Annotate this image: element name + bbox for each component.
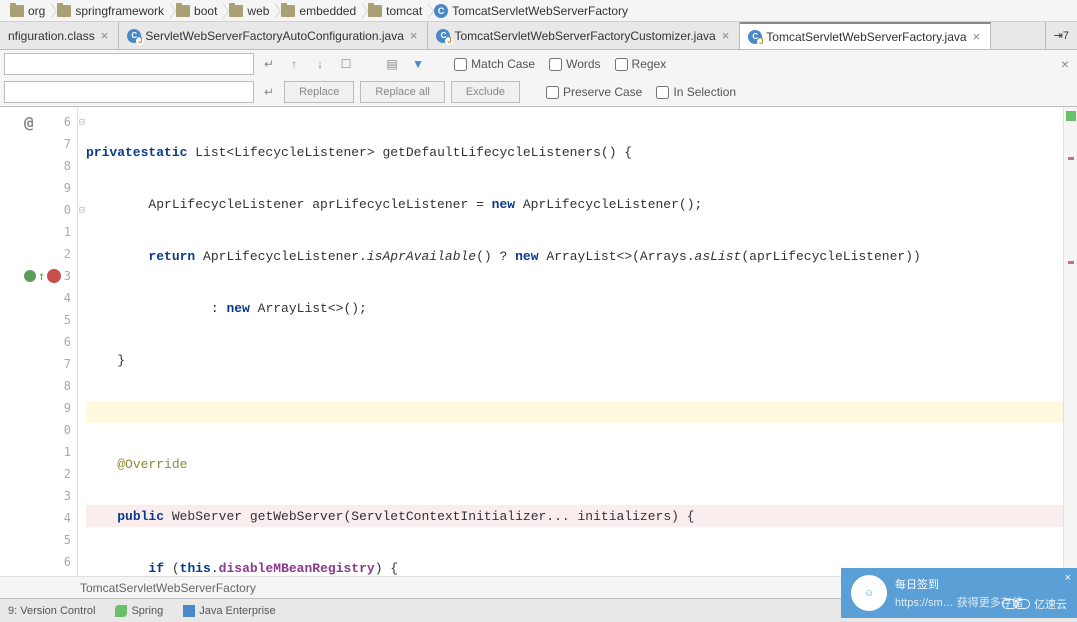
enter-icon: ↵ (260, 85, 278, 99)
editor-tabs: nfiguration.class × C ServletWebServerFact… (0, 22, 1077, 50)
crumb-boot[interactable]: boot (170, 0, 223, 21)
folder-icon (176, 5, 190, 17)
crumb-label: tomcat (386, 4, 422, 18)
enter-icon: ↵ (260, 57, 278, 71)
tab-label: ServletWebServerFactoryAutoConfiguration… (145, 29, 404, 43)
java-enterprise-tab[interactable]: Java Enterprise (183, 605, 275, 617)
folder-icon (57, 5, 71, 17)
version-control-tab[interactable]: 9: Version Control (8, 605, 95, 617)
fold-icon[interactable]: ⊟ (79, 205, 85, 216)
search-input[interactable] (4, 53, 254, 75)
folder-icon (368, 5, 382, 17)
crumb-web[interactable]: web (223, 0, 275, 21)
tab-1[interactable]: C ServletWebServerFactoryAutoConfiguratio… (119, 22, 428, 49)
close-icon[interactable]: × (971, 29, 983, 44)
breadcrumb: org springframework boot web embedded to… (0, 0, 1077, 22)
crumb-label: TomcatServletWebServerFactory (452, 4, 628, 18)
code-editor[interactable]: @6⊟ 7 8 9 0⊟ 1 2 ↑3 4 5 6 7 8 9 0 1 2 3 … (0, 107, 1077, 587)
crumb-label: org (28, 4, 45, 18)
override-icon[interactable] (24, 270, 36, 282)
close-icon[interactable]: × (408, 28, 420, 43)
replace-input[interactable] (4, 81, 254, 103)
match-case-checkbox[interactable]: Match Case (454, 57, 535, 71)
notification-popup[interactable]: × ☺ 每日签到 https://sm… 获得更多存储 亿速云 (841, 568, 1077, 618)
find-replace-bar: ↵ ↑ ↓ ☐ ▤ ▼ Match Case Words Regex ↵ Rep… (0, 50, 1077, 107)
preserve-case-checkbox[interactable]: Preserve Case (546, 85, 642, 99)
crumb-tomcat[interactable]: tomcat (362, 0, 428, 21)
spring-tab[interactable]: Spring (115, 605, 163, 617)
crumb-org[interactable]: org (4, 0, 51, 21)
error-marker[interactable] (1068, 261, 1074, 264)
regex-checkbox[interactable]: Regex (615, 57, 667, 71)
folder-icon (229, 5, 243, 17)
avatar-icon: ☺ (851, 575, 887, 611)
folder-icon (10, 5, 24, 17)
tab-3[interactable]: C TomcatServletWebServerFactory.java × (740, 22, 991, 49)
popup-logo: 亿速云 (1002, 596, 1067, 612)
next-occurrence-button[interactable]: ↓ (310, 54, 330, 74)
replace-button[interactable]: Replace (284, 81, 354, 103)
crumb-label: embedded (299, 4, 356, 18)
folder-icon (281, 5, 295, 17)
crumb-label: boot (194, 4, 217, 18)
tab-2[interactable]: C TomcatServletWebServerFactoryCustomizer… (428, 22, 740, 49)
tab-label: TomcatServletWebServerFactory.java (766, 30, 966, 44)
code-area[interactable]: private static List<LifecycleListener> g… (78, 107, 1077, 587)
tab-0[interactable]: nfiguration.class × (0, 22, 119, 49)
close-find-button[interactable]: × (1061, 56, 1069, 72)
crumb-label: springframework (75, 4, 164, 18)
prev-occurrence-button[interactable]: ↑ (284, 54, 304, 74)
close-icon[interactable]: × (99, 28, 111, 43)
gutter: @6⊟ 7 8 9 0⊟ 1 2 ↑3 4 5 6 7 8 9 0 1 2 3 … (0, 107, 78, 587)
in-selection-checkbox[interactable]: In Selection (656, 85, 736, 99)
breadcrumb-status: TomcatServletWebServerFactory (80, 581, 256, 595)
popup-title: 每日签到 (895, 576, 1023, 592)
close-icon[interactable]: × (720, 28, 732, 43)
replace-all-button[interactable]: Replace all (360, 81, 444, 103)
crumb-springframework[interactable]: springframework (51, 0, 170, 21)
tab-overflow[interactable]: ⇥7 (1045, 22, 1077, 49)
add-selection-button[interactable]: ▤ (382, 54, 402, 74)
analysis-ok-icon (1066, 111, 1076, 121)
fold-icon[interactable]: ⊟ (79, 117, 85, 128)
crumb-class[interactable]: C TomcatServletWebServerFactory (428, 0, 634, 21)
java-class-icon: C (748, 30, 762, 44)
class-icon: C (434, 4, 448, 18)
breakpoint-icon[interactable] (47, 269, 61, 283)
close-icon[interactable]: × (1065, 572, 1071, 584)
exclude-button[interactable]: Exclude (451, 81, 520, 103)
java-class-icon: C (127, 29, 141, 43)
scrollbar-markers[interactable] (1063, 107, 1077, 587)
spring-icon (115, 605, 127, 617)
crumb-embedded[interactable]: embedded (275, 0, 362, 21)
filter-icon[interactable]: ▼ (408, 54, 428, 74)
error-marker[interactable] (1068, 157, 1074, 160)
select-all-occurrences-button[interactable]: ☐ (336, 54, 356, 74)
crumb-label: web (247, 4, 269, 18)
words-checkbox[interactable]: Words (549, 57, 600, 71)
tab-label: TomcatServletWebServerFactoryCustomizer.… (454, 29, 715, 43)
tab-label: nfiguration.class (8, 29, 95, 43)
java-ee-icon (183, 605, 195, 617)
annotation-icon: @ (24, 113, 34, 132)
java-class-icon: C (436, 29, 450, 43)
